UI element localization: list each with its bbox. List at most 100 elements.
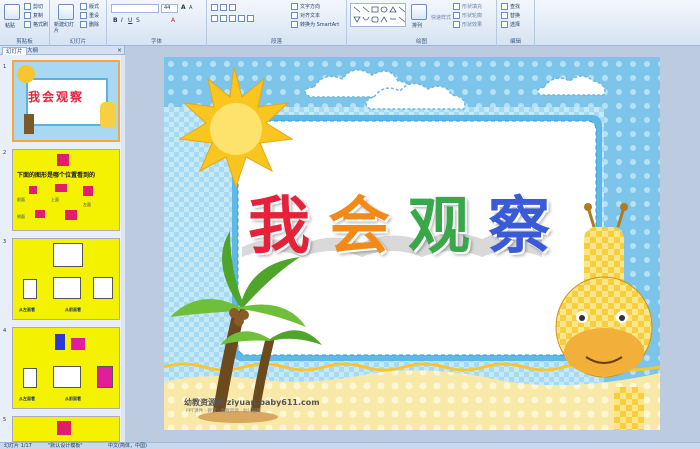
paragraph-group-label: 段落: [270, 39, 282, 45]
find-button[interactable]: 查找: [501, 3, 520, 10]
format-painter-button[interactable]: 格式刷: [24, 21, 48, 28]
slides-group: 新建幻灯片 版式 重设 删除 幻灯片: [50, 0, 107, 46]
new-slide-button[interactable]: 新建幻灯片: [54, 22, 78, 34]
delete-icon: [80, 21, 87, 28]
thumb-shape-d: [35, 210, 45, 218]
quick-styles-button[interactable]: 快速样式: [431, 14, 451, 21]
arrange-icon[interactable]: [411, 4, 427, 20]
paste-button[interactable]: 粘贴: [5, 22, 15, 29]
cursor-icon: [501, 21, 508, 28]
copy-button[interactable]: 复制: [24, 12, 43, 19]
slide-num-4: 4: [3, 328, 7, 334]
slides-group-label: 幻灯片: [69, 39, 87, 45]
text-direction-icon: [291, 3, 298, 10]
thumb-label-front-view-2: 从前面看: [65, 396, 81, 401]
smartart-label: 转换为 SmartArt: [300, 22, 340, 28]
title-char-1: 我: [248, 189, 329, 262]
smartart-icon: [291, 21, 298, 28]
thumb-slide-4[interactable]: 从左面看 从前面看: [12, 327, 120, 409]
font-color-icon[interactable]: A: [171, 17, 175, 24]
thumb-blue-cylinder: [55, 334, 65, 350]
drawing-group-label: 绘图: [415, 39, 427, 45]
delete-button[interactable]: 删除: [80, 21, 99, 28]
shape-fill-button[interactable]: 形状填充: [453, 3, 482, 10]
slide-title: 我会观察: [248, 175, 568, 265]
binoculars-icon: [501, 3, 508, 10]
reset-button[interactable]: 重设: [80, 12, 99, 19]
italic-icon[interactable]: I: [121, 17, 123, 24]
thumb-shape-a: [29, 186, 37, 194]
shape-outline-label: 形状轮廓: [462, 13, 483, 19]
tab-outline[interactable]: 大纲: [24, 47, 41, 55]
drawing-group: 排列 快速样式 形状填充 形状轮廓 形状效果 绘图: [347, 0, 497, 46]
shape-effects-button[interactable]: 形状效果: [453, 21, 482, 28]
clipboard-group: 粘贴 剪切 复制 格式刷 剪贴板: [0, 0, 50, 46]
strikethrough-icon[interactable]: S: [136, 17, 140, 24]
shapes-icons: [353, 6, 406, 23]
paste-icon[interactable]: [4, 4, 20, 20]
slide-1[interactable]: 我会观察 幼教资源网 ziyuan.baby611.com PPT课件 · 教案…: [164, 57, 660, 430]
effects-icon: [453, 21, 460, 28]
align-text-button[interactable]: 对齐文本: [291, 12, 320, 19]
slide-num-2: 2: [3, 150, 7, 156]
copy-icon: [24, 12, 31, 19]
thumb-label-left-view: 从左面看: [19, 307, 35, 312]
thumb-view-a: [23, 279, 37, 299]
shapes-gallery[interactable]: [350, 3, 406, 27]
replace-button[interactable]: 替换: [501, 12, 520, 19]
new-slide-icon[interactable]: [58, 4, 74, 20]
smartart-button[interactable]: 转换为 SmartArt: [291, 21, 339, 28]
font-name-combo[interactable]: [111, 4, 159, 13]
thumb-label-top: 上面: [51, 197, 59, 202]
status-language: 中文(简体，中国): [108, 443, 147, 449]
thumb-palm: [24, 114, 34, 134]
text-direction-button[interactable]: 文字方向: [291, 3, 320, 10]
watermark-small: PPT课件 · 教案 · 幼教资源 · 幼儿园网: [186, 409, 262, 414]
shape-outline-button[interactable]: 形状轮廓: [453, 12, 482, 19]
bold-icon[interactable]: B: [113, 17, 118, 24]
font-size-combo[interactable]: 44: [161, 4, 178, 13]
reset-label: 重设: [89, 13, 100, 19]
cut-button[interactable]: 剪切: [24, 3, 43, 10]
outline-icon: [453, 12, 460, 19]
close-icon[interactable]: ×: [114, 47, 125, 55]
reset-icon: [80, 12, 87, 19]
slide-num-5: 5: [3, 417, 7, 423]
delete-label: 删除: [89, 22, 100, 28]
tab-slides[interactable]: 幻灯片: [2, 47, 27, 55]
slide-num-1: 1: [3, 64, 7, 70]
arrange-button[interactable]: 排列: [412, 22, 422, 29]
title-char-4: 察: [488, 189, 569, 262]
title-char-3: 观: [408, 189, 489, 262]
shape-effects-label: 形状效果: [462, 22, 483, 28]
align-text-label: 对齐文本: [300, 13, 321, 19]
thumb-shape-e: [65, 210, 77, 220]
thumb-pink-cube: [71, 338, 85, 350]
thumb-slide-1[interactable]: 我会观察: [12, 60, 120, 142]
thumb-slide-5[interactable]: [12, 416, 120, 442]
brush-icon: [24, 21, 31, 28]
thumb-shape-b: [55, 184, 67, 192]
thumb-view-e: [53, 366, 81, 388]
align-icons[interactable]: [211, 15, 256, 22]
thumb-red-shape: [57, 421, 71, 435]
cut-label: 剪切: [33, 4, 44, 10]
shrink-font-icon[interactable]: A: [189, 5, 192, 11]
bullets-icon[interactable]: [211, 4, 238, 11]
thumb-view-b: [53, 277, 81, 299]
thumb-slide-3[interactable]: 从左面看 从前面看: [12, 238, 120, 320]
slide-canvas-area: 我会观察 幼教资源网 ziyuan.baby611.com PPT课件 · 教案…: [125, 46, 700, 442]
align-text-icon: [291, 12, 298, 19]
replace-label: 替换: [510, 13, 521, 19]
thumb-question: 下面的图形是哪个位置看到的: [17, 172, 96, 179]
text-direction-label: 文字方向: [300, 4, 321, 10]
underline-icon[interactable]: U: [128, 17, 132, 24]
layout-button[interactable]: 版式: [80, 3, 99, 10]
thumb-slide-2[interactable]: 下面的图形是哪个位置看到的 前面 上面 左面 侧面: [12, 149, 120, 231]
grow-font-icon[interactable]: A: [181, 4, 186, 11]
thumb-label-side: 侧面: [17, 214, 25, 219]
editing-group-label: 编辑: [509, 39, 521, 45]
scissors-icon: [24, 3, 31, 10]
thumb-cylinders: [53, 243, 83, 267]
select-button[interactable]: 选择: [501, 21, 520, 28]
